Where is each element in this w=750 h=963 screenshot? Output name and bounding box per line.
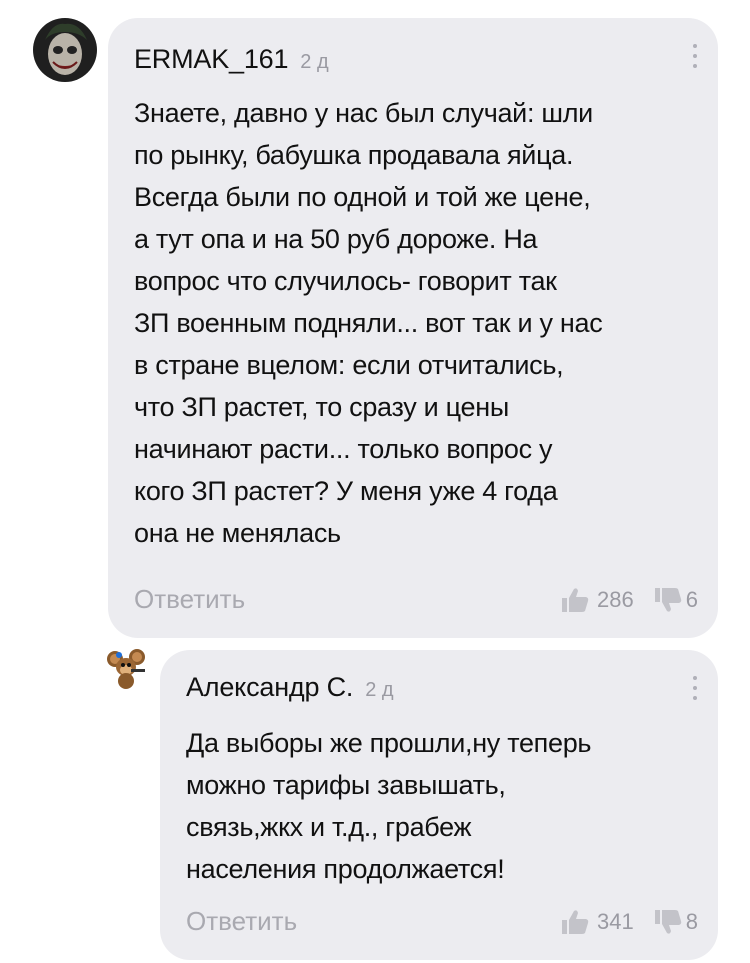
comment-text-line: в стране вцелом: если отчитались,	[134, 350, 564, 380]
author-name[interactable]: ERMAK_161	[134, 44, 288, 75]
comment-header: ERMAK_161 2 д	[134, 44, 329, 75]
comment-text-line: вопрос что случилось- говорит так	[134, 266, 557, 296]
author-name[interactable]: Александр С.	[186, 672, 353, 703]
comment-text-line: связь,жкх и т.д., грабеж	[186, 812, 472, 842]
more-options-icon[interactable]	[690, 44, 700, 68]
more-options-icon[interactable]	[690, 676, 700, 700]
author-avatar[interactable]	[33, 18, 97, 82]
thumbs-up-icon	[562, 909, 589, 934]
comment-text-line: по рынку, бабушка продавала яйца.	[134, 140, 574, 170]
like-button[interactable]: 286	[561, 587, 634, 613]
comment-text-line: можно тарифы завышать,	[186, 770, 506, 800]
dislike-button[interactable]: 8	[654, 909, 698, 935]
comment-text-line: она не менялась	[134, 518, 341, 548]
like-count: 341	[597, 908, 634, 934]
comment-text: Знаете, давно у нас был случай: шли по р…	[134, 92, 704, 554]
reply-button[interactable]: Ответить	[186, 906, 297, 937]
cheburashka-avatar-icon	[107, 649, 145, 689]
comment-text-line: начинают расти... только вопрос у	[134, 434, 553, 464]
dislike-button[interactable]: 6	[654, 587, 698, 613]
comment-text-line: что ЗП растет, то сразу и цены	[134, 392, 509, 422]
comment-footer: Ответить 286 6	[134, 584, 698, 615]
comment-text-line: а тут опа и на 50 руб дороже. На	[134, 224, 538, 254]
comment-text-line: кого ЗП растет? У меня уже 4 года	[134, 476, 558, 506]
comment-text-line: Знаете, давно у нас был случай: шли	[134, 98, 593, 128]
thumbs-down-icon	[654, 587, 681, 612]
like-count: 286	[597, 586, 634, 612]
reply-button[interactable]: Ответить	[134, 584, 245, 615]
author-avatar[interactable]	[105, 645, 151, 691]
comment-footer: Ответить 341 8	[186, 906, 698, 937]
dislike-count: 8	[685, 908, 698, 934]
joker-avatar-icon	[33, 18, 97, 82]
comment-time: 2 д	[300, 51, 329, 73]
thumbs-down-icon	[654, 909, 681, 934]
comment-text-line: ЗП военным подняли... вот так и у нас	[134, 308, 603, 338]
comment-time: 2 д	[365, 679, 394, 701]
comment-text-line: Да выборы же прошли,ну теперь	[186, 728, 592, 758]
comment-text-line: Всегда были по одной и той же цене,	[134, 182, 591, 212]
reply-comment-bubble: Александр С. 2 д Да выборы же прошли,ну …	[160, 650, 718, 960]
comment-bubble: ERMAK_161 2 д Знаете, давно у нас был сл…	[108, 18, 718, 638]
thumbs-up-icon	[562, 587, 589, 612]
comment-text: Да выборы же прошли,ну теперь можно тари…	[186, 722, 706, 890]
like-button[interactable]: 341	[561, 909, 634, 935]
comment-header: Александр С. 2 д	[186, 672, 394, 703]
dislike-count: 6	[685, 586, 698, 612]
comment-text-line: населения продолжается!	[186, 854, 505, 884]
